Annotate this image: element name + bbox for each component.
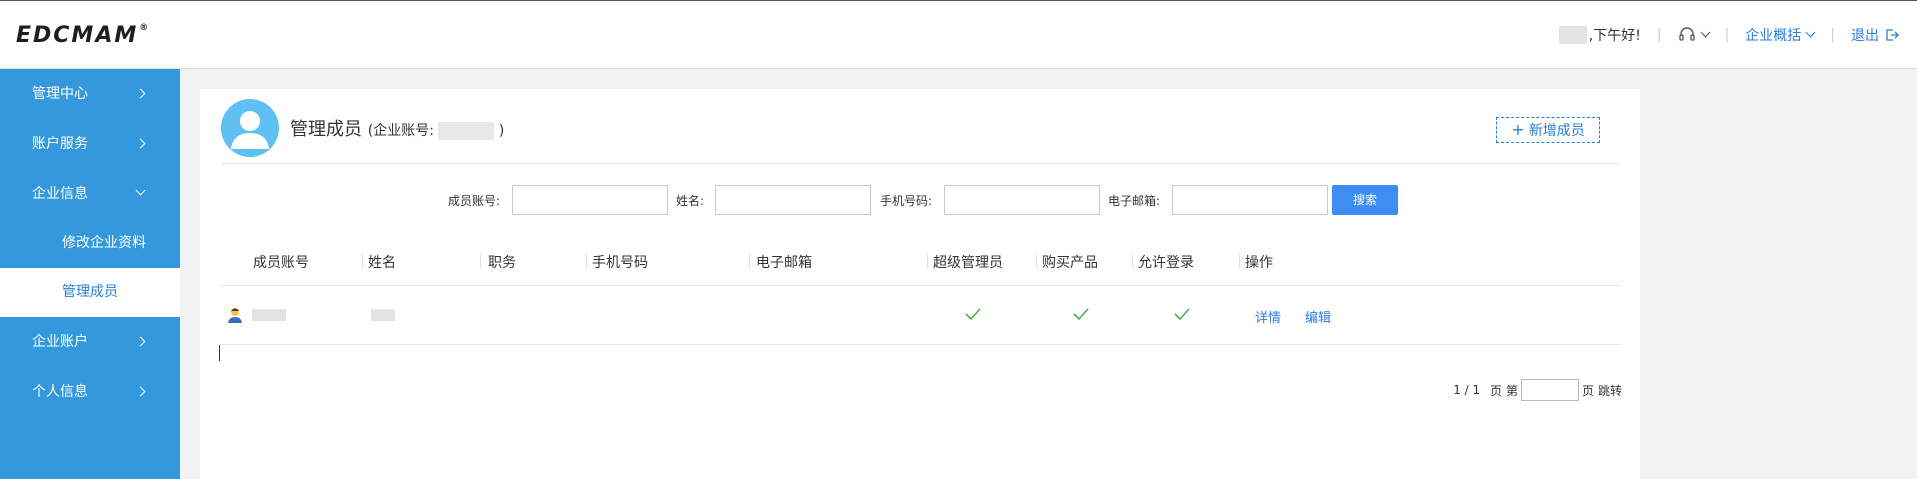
col-header-phone: 手机号码 xyxy=(592,255,648,271)
col-separator xyxy=(480,254,481,268)
sidebar-item-enterprise-info[interactable]: 企业信息 xyxy=(0,169,180,219)
col-header-position: 职务 xyxy=(488,255,516,271)
page-info: 1 / 1 xyxy=(1453,383,1481,397)
chevron-down-icon xyxy=(1805,27,1816,38)
email-input[interactable] xyxy=(1172,185,1328,215)
chevron-right-icon xyxy=(135,138,146,149)
chevron-right-icon xyxy=(135,88,146,99)
col-separator xyxy=(1036,254,1037,268)
sidebar-item-account-service[interactable]: 账户服务 xyxy=(0,119,180,169)
col-header-email: 电子邮箱 xyxy=(756,255,812,271)
header-actions: ,下午好! | | 企业概括 | 退出 xyxy=(1558,25,1899,45)
col-separator xyxy=(1239,254,1240,268)
sidebar-item-management-center[interactable]: 管理中心 xyxy=(0,69,180,119)
main-panel: 管理成员 (企业账号: ) + 新增成员 成员账号: 姓名: 手机号码: 电子邮箱… xyxy=(200,89,1640,479)
member-name-redacted xyxy=(371,309,395,321)
logout-icon xyxy=(1886,29,1899,41)
logout-label: 退出 xyxy=(1851,28,1879,44)
logout-button[interactable]: 退出 xyxy=(1851,25,1899,45)
phone-input[interactable] xyxy=(944,185,1100,215)
pagination: 1 / 1 页 第 页 跳转 xyxy=(1453,379,1622,401)
sidebar-item-label: 管理成员 xyxy=(62,284,118,300)
enterprise-overview-menu[interactable]: 企业概括 xyxy=(1745,25,1816,45)
logo-text: EDCMAM xyxy=(16,23,139,48)
account-suffix: ) xyxy=(498,123,505,139)
chevron-down-icon xyxy=(1700,27,1711,38)
col-separator xyxy=(927,254,928,268)
phone-label: 手机号码: xyxy=(880,194,933,208)
headset-icon xyxy=(1678,27,1695,41)
sidebar-subitem-edit-enterprise[interactable]: 修改企业资料 xyxy=(0,219,180,268)
member-account-input[interactable] xyxy=(512,185,668,215)
search-button[interactable]: 搜索 xyxy=(1332,185,1398,215)
member-account-label: 成员账号: xyxy=(448,194,501,208)
chevron-down-icon xyxy=(135,185,146,196)
chevron-right-icon xyxy=(135,386,146,397)
add-member-label: 新增成员 xyxy=(1528,123,1585,139)
account-redacted xyxy=(438,122,495,140)
customer-service-menu[interactable] xyxy=(1678,26,1711,44)
page-number-input[interactable] xyxy=(1520,379,1579,401)
enterprise-account-info: (企业账号: ) xyxy=(367,122,505,140)
title-divider xyxy=(221,163,1621,164)
col-header-buy-product: 购买产品 xyxy=(1042,255,1098,271)
col-separator xyxy=(749,254,750,268)
header-separator: | xyxy=(1830,27,1835,43)
buy-product-check-icon xyxy=(1073,308,1089,321)
user-avatar-icon xyxy=(231,111,269,149)
username-redacted xyxy=(1558,26,1587,44)
enterprise-overview-label: 企业概括 xyxy=(1745,28,1802,44)
avatar xyxy=(221,99,279,157)
sidebar-item-label: 修改企业资料 xyxy=(62,235,146,251)
account-prefix: (企业账号: xyxy=(367,123,434,139)
sidebar-item-personal-info[interactable]: 个人信息 xyxy=(0,367,180,417)
col-header-actions: 操作 xyxy=(1245,255,1273,271)
allow-login-check-icon xyxy=(1174,308,1190,321)
member-account-redacted xyxy=(252,309,286,321)
logo-registered-mark: ® xyxy=(139,23,151,33)
page-suffix: 页 xyxy=(1581,383,1594,398)
jump-button[interactable]: 跳转 xyxy=(1598,382,1622,399)
col-header-allow-login: 允许登录 xyxy=(1138,255,1194,271)
page-title-text: 管理成员 xyxy=(290,119,362,140)
table-header-divider xyxy=(221,285,1621,286)
search-form: 成员账号: 姓名: 手机号码: 电子邮箱: 搜索 xyxy=(200,185,1640,215)
plus-icon: + xyxy=(1511,120,1525,139)
sidebar-item-label: 账户服务 xyxy=(32,136,88,152)
detail-link[interactable]: 详情 xyxy=(1255,307,1281,326)
add-member-button[interactable]: + 新增成员 xyxy=(1496,117,1600,143)
col-separator xyxy=(586,254,587,268)
sidebar-subitem-manage-members[interactable]: 管理成员 xyxy=(0,268,180,317)
greeting-text: ,下午好! xyxy=(1588,28,1641,44)
email-label: 电子邮箱: xyxy=(1108,194,1161,208)
sidebar-item-enterprise-account[interactable]: 企业账户 xyxy=(0,317,180,367)
header-separator: | xyxy=(1656,27,1662,43)
top-header: EDCMAM® ,下午好! | | 企业概括 | 退出 xyxy=(0,0,1917,69)
sidebar-item-label: 管理中心 xyxy=(32,86,88,102)
sidebar-item-label: 企业账户 xyxy=(32,334,88,350)
name-input[interactable] xyxy=(715,185,871,215)
page-title: 管理成员 (企业账号: ) xyxy=(290,115,504,141)
super-admin-check-icon xyxy=(965,308,981,321)
table-row-divider xyxy=(221,344,1621,345)
name-label: 姓名: xyxy=(676,194,705,208)
col-header-member-account: 成员账号 xyxy=(253,255,309,271)
sidebar-item-label: 企业信息 xyxy=(32,186,88,202)
page-label: 页 第 xyxy=(1490,383,1518,398)
logo[interactable]: EDCMAM® xyxy=(16,23,150,48)
chevron-right-icon xyxy=(135,336,146,347)
col-header-name: 姓名 xyxy=(368,255,396,271)
text-cursor xyxy=(219,345,220,361)
col-separator xyxy=(1132,254,1133,268)
col-separator xyxy=(362,254,363,268)
edit-link[interactable]: 编辑 xyxy=(1305,307,1331,326)
col-header-super-admin: 超级管理员 xyxy=(933,255,1003,271)
header-separator: | xyxy=(1724,27,1730,43)
member-user-icon xyxy=(228,308,242,323)
sidebar-item-label: 个人信息 xyxy=(32,384,88,400)
sidebar: 管理中心 账户服务 企业信息 修改企业资料 管理成员 企业账户 个人信息 xyxy=(0,69,180,479)
